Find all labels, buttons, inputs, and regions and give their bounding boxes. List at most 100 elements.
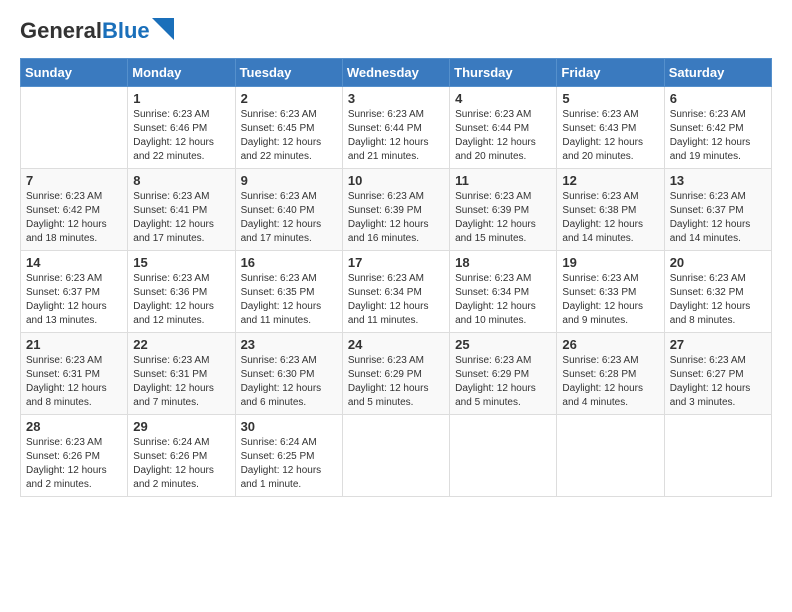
day-info: Sunrise: 6:23 AM Sunset: 6:31 PM Dayligh… xyxy=(133,354,229,410)
day-number: 16 xyxy=(241,255,337,270)
day-cell: 25 Sunrise: 6:23 AM Sunset: 6:29 PM Dayl… xyxy=(450,333,557,415)
day-cell: 10 Sunrise: 6:23 AM Sunset: 6:39 PM Dayl… xyxy=(342,169,449,251)
day-cell: 3 Sunrise: 6:23 AM Sunset: 6:44 PM Dayli… xyxy=(342,87,449,169)
day-info: Sunrise: 6:23 AM Sunset: 6:42 PM Dayligh… xyxy=(26,190,122,246)
day-info: Sunrise: 6:23 AM Sunset: 6:32 PM Dayligh… xyxy=(670,272,766,328)
logo: GeneralBlue xyxy=(20,20,174,42)
header-cell-sunday: Sunday xyxy=(21,59,128,87)
day-number: 4 xyxy=(455,91,551,106)
day-number: 24 xyxy=(348,337,444,352)
logo-arrow-icon xyxy=(152,18,174,40)
day-number: 17 xyxy=(348,255,444,270)
day-number: 2 xyxy=(241,91,337,106)
day-cell: 27 Sunrise: 6:23 AM Sunset: 6:27 PM Dayl… xyxy=(664,333,771,415)
day-cell: 5 Sunrise: 6:23 AM Sunset: 6:43 PM Dayli… xyxy=(557,87,664,169)
day-info: Sunrise: 6:23 AM Sunset: 6:30 PM Dayligh… xyxy=(241,354,337,410)
header: GeneralBlue xyxy=(20,20,772,42)
day-number: 20 xyxy=(670,255,766,270)
header-cell-saturday: Saturday xyxy=(664,59,771,87)
day-number: 27 xyxy=(670,337,766,352)
day-cell: 22 Sunrise: 6:23 AM Sunset: 6:31 PM Dayl… xyxy=(128,333,235,415)
header-cell-friday: Friday xyxy=(557,59,664,87)
header-cell-monday: Monday xyxy=(128,59,235,87)
day-info: Sunrise: 6:24 AM Sunset: 6:25 PM Dayligh… xyxy=(241,436,337,492)
day-cell: 2 Sunrise: 6:23 AM Sunset: 6:45 PM Dayli… xyxy=(235,87,342,169)
header-cell-thursday: Thursday xyxy=(450,59,557,87)
day-info: Sunrise: 6:23 AM Sunset: 6:27 PM Dayligh… xyxy=(670,354,766,410)
day-info: Sunrise: 6:23 AM Sunset: 6:43 PM Dayligh… xyxy=(562,108,658,164)
day-cell xyxy=(557,415,664,497)
week-row-2: 7 Sunrise: 6:23 AM Sunset: 6:42 PM Dayli… xyxy=(21,169,772,251)
day-number: 8 xyxy=(133,173,229,188)
day-number: 30 xyxy=(241,419,337,434)
day-cell: 24 Sunrise: 6:23 AM Sunset: 6:29 PM Dayl… xyxy=(342,333,449,415)
day-info: Sunrise: 6:23 AM Sunset: 6:37 PM Dayligh… xyxy=(26,272,122,328)
day-cell: 8 Sunrise: 6:23 AM Sunset: 6:41 PM Dayli… xyxy=(128,169,235,251)
day-cell: 14 Sunrise: 6:23 AM Sunset: 6:37 PM Dayl… xyxy=(21,251,128,333)
day-cell: 29 Sunrise: 6:24 AM Sunset: 6:26 PM Dayl… xyxy=(128,415,235,497)
week-row-5: 28 Sunrise: 6:23 AM Sunset: 6:26 PM Dayl… xyxy=(21,415,772,497)
day-info: Sunrise: 6:23 AM Sunset: 6:46 PM Dayligh… xyxy=(133,108,229,164)
day-info: Sunrise: 6:24 AM Sunset: 6:26 PM Dayligh… xyxy=(133,436,229,492)
day-info: Sunrise: 6:23 AM Sunset: 6:44 PM Dayligh… xyxy=(455,108,551,164)
day-cell: 12 Sunrise: 6:23 AM Sunset: 6:38 PM Dayl… xyxy=(557,169,664,251)
day-number: 18 xyxy=(455,255,551,270)
day-number: 21 xyxy=(26,337,122,352)
day-cell: 11 Sunrise: 6:23 AM Sunset: 6:39 PM Dayl… xyxy=(450,169,557,251)
calendar-table: SundayMondayTuesdayWednesdayThursdayFrid… xyxy=(20,58,772,497)
logo-text: GeneralBlue xyxy=(20,20,150,42)
day-number: 19 xyxy=(562,255,658,270)
day-cell xyxy=(342,415,449,497)
day-info: Sunrise: 6:23 AM Sunset: 6:40 PM Dayligh… xyxy=(241,190,337,246)
day-info: Sunrise: 6:23 AM Sunset: 6:28 PM Dayligh… xyxy=(562,354,658,410)
header-row: SundayMondayTuesdayWednesdayThursdayFrid… xyxy=(21,59,772,87)
day-cell: 30 Sunrise: 6:24 AM Sunset: 6:25 PM Dayl… xyxy=(235,415,342,497)
day-cell: 4 Sunrise: 6:23 AM Sunset: 6:44 PM Dayli… xyxy=(450,87,557,169)
day-number: 9 xyxy=(241,173,337,188)
day-number: 15 xyxy=(133,255,229,270)
day-info: Sunrise: 6:23 AM Sunset: 6:38 PM Dayligh… xyxy=(562,190,658,246)
day-info: Sunrise: 6:23 AM Sunset: 6:39 PM Dayligh… xyxy=(348,190,444,246)
day-info: Sunrise: 6:23 AM Sunset: 6:45 PM Dayligh… xyxy=(241,108,337,164)
day-cell: 9 Sunrise: 6:23 AM Sunset: 6:40 PM Dayli… xyxy=(235,169,342,251)
day-cell: 17 Sunrise: 6:23 AM Sunset: 6:34 PM Dayl… xyxy=(342,251,449,333)
day-cell: 28 Sunrise: 6:23 AM Sunset: 6:26 PM Dayl… xyxy=(21,415,128,497)
day-cell: 26 Sunrise: 6:23 AM Sunset: 6:28 PM Dayl… xyxy=(557,333,664,415)
day-number: 13 xyxy=(670,173,766,188)
week-row-1: 1 Sunrise: 6:23 AM Sunset: 6:46 PM Dayli… xyxy=(21,87,772,169)
day-info: Sunrise: 6:23 AM Sunset: 6:36 PM Dayligh… xyxy=(133,272,229,328)
day-cell: 6 Sunrise: 6:23 AM Sunset: 6:42 PM Dayli… xyxy=(664,87,771,169)
day-cell: 15 Sunrise: 6:23 AM Sunset: 6:36 PM Dayl… xyxy=(128,251,235,333)
week-row-4: 21 Sunrise: 6:23 AM Sunset: 6:31 PM Dayl… xyxy=(21,333,772,415)
day-info: Sunrise: 6:23 AM Sunset: 6:37 PM Dayligh… xyxy=(670,190,766,246)
day-number: 14 xyxy=(26,255,122,270)
day-info: Sunrise: 6:23 AM Sunset: 6:34 PM Dayligh… xyxy=(455,272,551,328)
day-number: 5 xyxy=(562,91,658,106)
day-number: 7 xyxy=(26,173,122,188)
day-number: 25 xyxy=(455,337,551,352)
day-number: 26 xyxy=(562,337,658,352)
day-number: 29 xyxy=(133,419,229,434)
header-cell-wednesday: Wednesday xyxy=(342,59,449,87)
day-cell: 23 Sunrise: 6:23 AM Sunset: 6:30 PM Dayl… xyxy=(235,333,342,415)
day-number: 1 xyxy=(133,91,229,106)
week-row-3: 14 Sunrise: 6:23 AM Sunset: 6:37 PM Dayl… xyxy=(21,251,772,333)
header-cell-tuesday: Tuesday xyxy=(235,59,342,87)
day-info: Sunrise: 6:23 AM Sunset: 6:39 PM Dayligh… xyxy=(455,190,551,246)
day-info: Sunrise: 6:23 AM Sunset: 6:29 PM Dayligh… xyxy=(455,354,551,410)
day-cell xyxy=(450,415,557,497)
day-cell: 7 Sunrise: 6:23 AM Sunset: 6:42 PM Dayli… xyxy=(21,169,128,251)
day-number: 28 xyxy=(26,419,122,434)
day-number: 11 xyxy=(455,173,551,188)
day-info: Sunrise: 6:23 AM Sunset: 6:41 PM Dayligh… xyxy=(133,190,229,246)
day-number: 6 xyxy=(670,91,766,106)
day-cell: 13 Sunrise: 6:23 AM Sunset: 6:37 PM Dayl… xyxy=(664,169,771,251)
day-number: 10 xyxy=(348,173,444,188)
day-cell: 18 Sunrise: 6:23 AM Sunset: 6:34 PM Dayl… xyxy=(450,251,557,333)
day-info: Sunrise: 6:23 AM Sunset: 6:26 PM Dayligh… xyxy=(26,436,122,492)
day-info: Sunrise: 6:23 AM Sunset: 6:44 PM Dayligh… xyxy=(348,108,444,164)
day-info: Sunrise: 6:23 AM Sunset: 6:29 PM Dayligh… xyxy=(348,354,444,410)
day-info: Sunrise: 6:23 AM Sunset: 6:35 PM Dayligh… xyxy=(241,272,337,328)
day-info: Sunrise: 6:23 AM Sunset: 6:31 PM Dayligh… xyxy=(26,354,122,410)
day-cell: 20 Sunrise: 6:23 AM Sunset: 6:32 PM Dayl… xyxy=(664,251,771,333)
